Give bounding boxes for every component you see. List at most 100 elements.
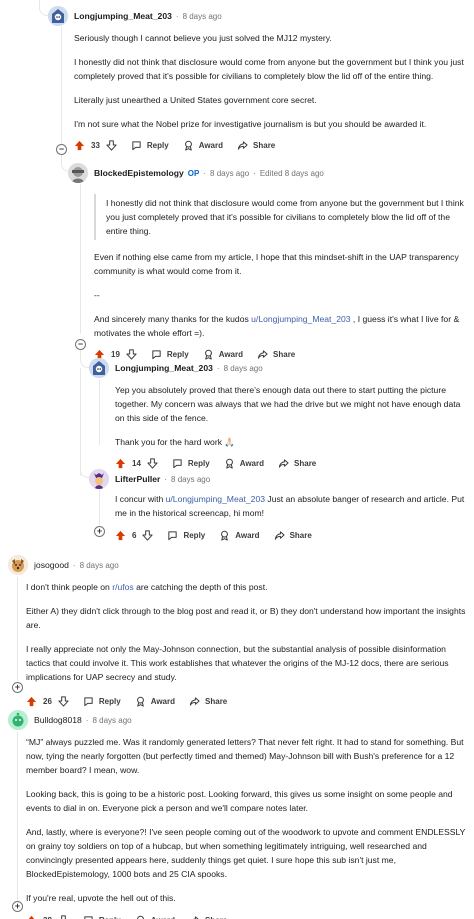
vote-group: 26: [26, 695, 69, 707]
award-button[interactable]: Award: [135, 696, 175, 707]
username[interactable]: Longjumping_Meat_203: [74, 11, 172, 21]
avatar[interactable]: [8, 555, 28, 575]
separator-dot: ·: [164, 474, 168, 484]
separator-dot: ·: [85, 715, 89, 725]
upvote-icon[interactable]: [26, 696, 37, 707]
comment-paragraph: I really appreciate not only the May-Joh…: [26, 644, 449, 682]
timestamp[interactable]: 8 days ago: [80, 561, 119, 570]
comment: LifterPuller · 8 days ago I concur with …: [89, 468, 471, 546]
award-label: Award: [239, 458, 265, 468]
reply-label: Reply: [98, 696, 121, 706]
separator-dot: ·: [175, 11, 179, 21]
upvote-icon[interactable]: [26, 915, 37, 919]
comment-paragraph: Either A) they didn't click through to t…: [26, 606, 466, 630]
award-button[interactable]: Award: [135, 915, 175, 919]
share-button[interactable]: Share: [278, 458, 316, 469]
comment-paragraph: “MJ” always puzzled me. Was it randomly …: [26, 737, 464, 775]
vote-group: 33: [74, 139, 117, 151]
share-button[interactable]: Share: [237, 140, 275, 151]
username[interactable]: BlockedEpistemology: [94, 168, 184, 178]
upvote-icon[interactable]: [115, 530, 126, 541]
downvote-icon[interactable]: [142, 529, 154, 541]
comment-actions: 6 Reply Award Share: [89, 524, 471, 546]
comment-paragraph: Even if nothing else came from my articl…: [94, 252, 459, 276]
separator-dot: ·: [253, 168, 256, 178]
comment: Longjumping_Meat_203 · 8 days ago Yep yo…: [89, 357, 471, 474]
avatar[interactable]: [68, 163, 88, 183]
comment-paragraph: If you're real, upvote the hell out of t…: [26, 893, 176, 903]
vote-group: 6: [115, 529, 154, 541]
reply-button[interactable]: Reply: [131, 140, 169, 151]
share-label: Share: [253, 140, 276, 150]
user-mention-link[interactable]: u/Longjumping_Meat_203: [251, 314, 350, 324]
comment-header: BlockedEpistemology OP · 8 days ago · Ed…: [68, 162, 470, 184]
award-button[interactable]: Award: [183, 140, 223, 151]
award-icon: [184, 140, 192, 151]
reply-button[interactable]: Reply: [172, 458, 210, 469]
upvote-icon[interactable]: [115, 458, 126, 469]
award-icon: [136, 915, 144, 919]
upvote-icon[interactable]: [74, 140, 85, 151]
username[interactable]: Bulldog8018: [34, 715, 82, 725]
share-icon: [274, 530, 285, 540]
comment-paragraph: Literally just unearthed a United States…: [74, 95, 317, 105]
timestamp[interactable]: 8 days ago: [210, 169, 249, 178]
snoo-avatar-icon: [89, 469, 109, 489]
user-mention-link[interactable]: u/Longjumping_Meat_203: [166, 494, 265, 504]
timestamp[interactable]: 8 days ago: [171, 475, 210, 484]
share-button[interactable]: Share: [189, 915, 227, 919]
share-icon: [278, 458, 289, 468]
comment-paragraph: --: [94, 290, 100, 300]
reply-label: Reply: [146, 140, 169, 150]
award-icon: [221, 530, 229, 541]
reply-button[interactable]: Reply: [167, 530, 205, 541]
reply-icon: [168, 530, 178, 540]
downvote-icon[interactable]: [58, 695, 69, 707]
timestamp[interactable]: 8 days ago: [224, 364, 263, 373]
quote-text: I honestly did not think that disclosure…: [106, 198, 464, 236]
comment-header: LifterPuller · 8 days ago: [89, 468, 471, 490]
avatar[interactable]: [8, 710, 28, 730]
award-icon: [136, 696, 144, 707]
award-button[interactable]: Award: [219, 530, 260, 541]
share-button[interactable]: Share: [274, 530, 312, 541]
award-icon: [225, 458, 233, 469]
username[interactable]: Longjumping_Meat_203: [115, 363, 213, 373]
downvote-icon[interactable]: [58, 914, 69, 919]
downvote-icon[interactable]: [106, 139, 117, 151]
username[interactable]: josogood: [34, 560, 69, 570]
reply-button[interactable]: Reply: [83, 696, 121, 707]
comment: BlockedEpistemology OP · 8 days ago · Ed…: [68, 162, 470, 365]
comment-body: “MJ” always puzzled me. Was it randomly …: [8, 735, 470, 905]
avatar[interactable]: [48, 6, 68, 26]
comment-header: Bulldog8018 · 8 days ago: [8, 709, 470, 731]
thread-line: [80, 368, 81, 476]
reply-label: Reply: [183, 530, 206, 540]
comment: Bulldog8018 · 8 days ago “MJ” always puz…: [8, 709, 470, 919]
timestamp[interactable]: 8 days ago: [183, 12, 222, 21]
timestamp[interactable]: 8 days ago: [92, 716, 131, 725]
vote-group: 38: [26, 914, 69, 919]
vote-count: 14: [132, 458, 141, 468]
award-button[interactable]: Award: [224, 458, 264, 469]
share-label: Share: [205, 696, 228, 706]
share-icon: [192, 915, 200, 919]
comment-paragraph: And, lastly, where is everyone?! I've se…: [26, 827, 466, 879]
reply-button[interactable]: Reply: [83, 915, 121, 919]
share-label: Share: [294, 458, 317, 468]
comment-paragraph: I concur with u/Longjumping_Meat_203 Jus…: [115, 492, 471, 520]
downvote-icon[interactable]: [147, 457, 158, 469]
comment-header: Longjumping_Meat_203 · 8 days ago: [48, 5, 468, 27]
share-button[interactable]: Share: [189, 696, 227, 707]
award-label: Award: [151, 916, 175, 919]
vote-count: 33: [91, 140, 100, 150]
vote-count: 6: [132, 530, 137, 540]
dog-avatar-icon: [8, 555, 28, 575]
avatar[interactable]: [89, 469, 109, 489]
comment-paragraph: Yep you absolutely proved that there's e…: [115, 385, 461, 423]
share-label: Share: [205, 916, 227, 919]
vote-count: 38: [43, 916, 52, 919]
username[interactable]: LifterPuller: [115, 474, 160, 484]
subreddit-link[interactable]: r/ufos: [112, 582, 134, 592]
avatar[interactable]: [89, 358, 109, 378]
